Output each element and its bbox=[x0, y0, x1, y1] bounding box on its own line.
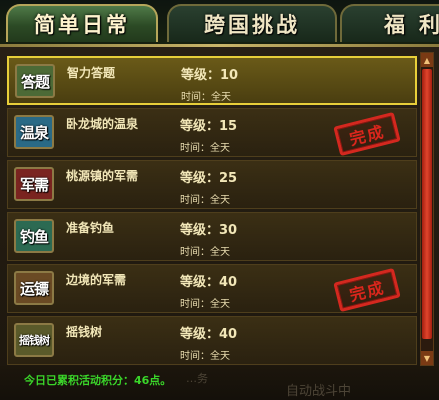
task-name: 摇钱树 bbox=[66, 325, 103, 339]
task-time: 时间：全天 bbox=[180, 351, 230, 362]
task-list: 答题 智力答题 等级：10 时间：全天 温泉 卧龙城的温泉 等级：15 时间：全… bbox=[3, 50, 419, 366]
money-tree-badge-icon: 摇钱树 bbox=[14, 323, 54, 357]
task-name: 准备钓鱼 bbox=[66, 221, 115, 235]
task-level: 等级：40 bbox=[180, 275, 238, 290]
task-time: 时间：全天 bbox=[180, 299, 230, 310]
scroll-up-arrow-icon[interactable]: ▲ bbox=[421, 53, 433, 67]
task-name: 卧龙城的温泉 bbox=[66, 117, 139, 131]
task-row-hot-spring[interactable]: 温泉 卧龙城的温泉 等级：15 时间：全天 完成 bbox=[7, 108, 417, 157]
task-level: 等级：10 bbox=[181, 68, 239, 83]
task-name: 边境的军需 bbox=[66, 273, 127, 287]
task-level: 等级：40 bbox=[180, 327, 238, 342]
task-name: 桃源镇的军需 bbox=[66, 169, 139, 183]
task-row-money-tree[interactable]: 摇钱树 摇钱树 等级：40 时间：全天 bbox=[7, 316, 417, 365]
fishing-badge-icon: 钓鱼 bbox=[14, 219, 54, 253]
scroll-down-arrow-icon[interactable]: ▼ bbox=[421, 351, 433, 365]
task-level: 等级：25 bbox=[180, 171, 238, 186]
tab-welfare[interactable]: 福利 bbox=[340, 4, 439, 42]
footer-bar: 今日已累积活动积分：46点。 …务 自动战斗中 bbox=[0, 366, 439, 400]
quiz-badge-icon: 答题 bbox=[15, 64, 55, 98]
completed-stamp-icon: 完成 bbox=[333, 267, 401, 313]
task-row-supplies-taoyuan[interactable]: 军需 桃源镇的军需 等级：25 时间：全天 bbox=[7, 160, 417, 209]
tab-simple-daily[interactable]: 简单日常 bbox=[6, 4, 158, 42]
task-time: 时间：全天 bbox=[180, 195, 230, 206]
activity-points-text: 今日已累积活动积分：46点。 bbox=[24, 374, 172, 387]
task-time: 时间：全天 bbox=[180, 247, 230, 258]
supplies-badge-icon: 军需 bbox=[14, 167, 54, 201]
completed-stamp-icon: 完成 bbox=[333, 111, 401, 157]
task-row-fishing[interactable]: 钓鱼 准备钓鱼 等级：30 时间：全天 bbox=[7, 212, 417, 261]
task-level: 等级：15 bbox=[180, 119, 238, 134]
task-row-escort[interactable]: 运镖 边境的军需 等级：40 时间：全天 完成 bbox=[7, 264, 417, 313]
task-name: 智力答题 bbox=[67, 66, 116, 80]
auto-battle-status-text: 自动战斗中 bbox=[286, 384, 352, 399]
hot-spring-badge-icon: 温泉 bbox=[14, 115, 54, 149]
tab-bar: 简单日常 跨国挑战 福利 bbox=[0, 0, 439, 47]
task-time: 时间：全天 bbox=[180, 143, 230, 154]
task-row-quiz[interactable]: 答题 智力答题 等级：10 时间：全天 bbox=[7, 56, 417, 105]
daily-activity-panel: 简单日常 跨国挑战 福利 答题 智力答题 等级：10 时间：全天 温泉 卧龙城的… bbox=[0, 0, 439, 400]
escort-badge-icon: 运镖 bbox=[14, 271, 54, 305]
tab-underline bbox=[0, 44, 439, 47]
task-list-scrollbar[interactable]: ▲ ▼ bbox=[420, 52, 434, 366]
task-level: 等级：30 bbox=[180, 223, 238, 238]
task-time: 时间：全天 bbox=[181, 92, 231, 103]
scroll-thumb[interactable] bbox=[422, 69, 432, 339]
background-task-text: …务 bbox=[186, 372, 208, 385]
tab-cross-country-challenge[interactable]: 跨国挑战 bbox=[167, 4, 337, 42]
